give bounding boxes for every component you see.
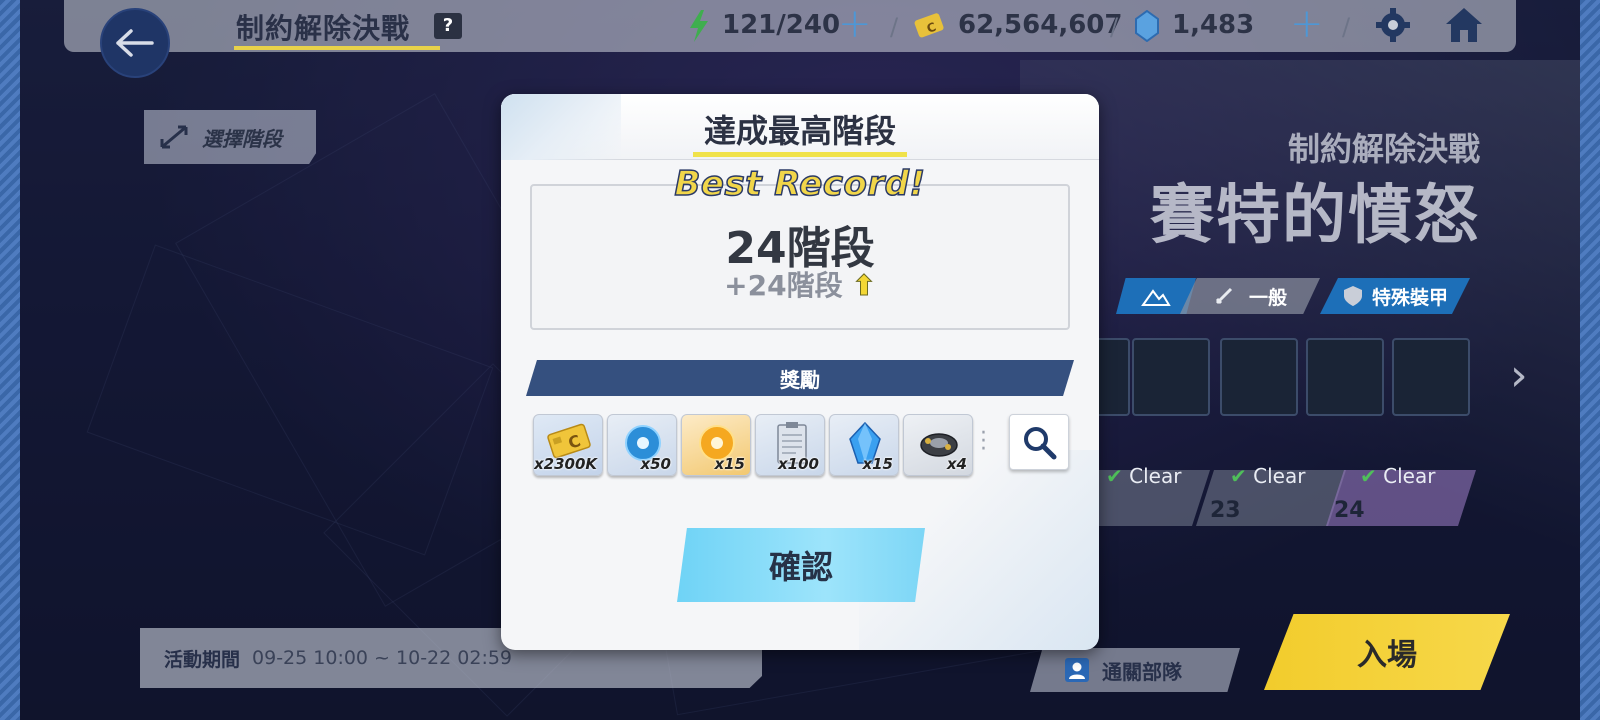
credits-value: 62,564,607	[958, 10, 1123, 40]
reward-item[interactable]: x15	[681, 414, 751, 476]
reward-quantity: x50	[640, 455, 671, 473]
gems-plus-button[interactable]: +	[1290, 4, 1324, 44]
clear-text: Clear	[1129, 464, 1182, 488]
left-border-stripe	[0, 0, 20, 720]
boss-name: 賽特的憤怒	[1150, 179, 1480, 253]
right-border-stripe	[1580, 0, 1600, 720]
record-delta: +24階段 ⬆	[501, 264, 1099, 304]
confirm-label: 確認	[768, 548, 833, 586]
gem-icon	[1134, 9, 1160, 49]
credit-icon: C	[914, 12, 946, 45]
check-icon: ✔	[1360, 464, 1377, 488]
sword-icon	[1215, 287, 1233, 305]
check-icon: ✔	[1106, 464, 1123, 488]
reward-quantity: x15	[714, 455, 745, 473]
best-record-label: Best Record!	[674, 163, 926, 205]
help-icon[interactable]: ?	[434, 13, 462, 39]
stage-select-button[interactable]: 選擇階段	[144, 110, 316, 164]
separator: /	[1110, 13, 1119, 41]
attack-type-label: 一般	[1248, 286, 1287, 309]
back-button[interactable]	[100, 8, 170, 78]
pattern-tile[interactable]	[1306, 338, 1384, 416]
pattern-tile[interactable]	[1132, 338, 1210, 416]
back-arrow-icon	[116, 29, 154, 57]
shield-icon	[1343, 286, 1362, 306]
event-period-value: 09-25 10:00 ~ 10-22 02:59	[252, 647, 513, 669]
person-icon	[1065, 658, 1089, 682]
rewards-label: 獎勵	[780, 367, 820, 392]
reward-quantity: x4	[946, 455, 967, 473]
reward-detail-button[interactable]	[1009, 414, 1069, 470]
search-icon	[1024, 427, 1057, 460]
mountain-icon	[1141, 289, 1171, 306]
armor-type-label: 特殊裝甲	[1371, 286, 1448, 309]
page-title-underline	[234, 46, 440, 50]
title-underline	[693, 152, 907, 157]
clear-text: Clear	[1253, 464, 1306, 488]
top-bar: 制約解除決戰 ? 121/240 + / C 62,564,607 / 1,48…	[64, 0, 1516, 52]
clear-status: ✔ Clear	[1106, 464, 1181, 488]
separator: /	[890, 13, 899, 41]
clear-text: Clear	[1383, 464, 1436, 488]
pattern-tile[interactable]	[1392, 338, 1470, 416]
divider-dots: · · ·	[980, 421, 987, 462]
home-icon[interactable]	[1444, 6, 1484, 48]
reward-item[interactable]: C x2300K	[533, 414, 603, 476]
record-delta-value: +24階段	[724, 269, 843, 302]
clear-status: ✔ Clear	[1230, 464, 1305, 488]
reward-item[interactable]: x100	[755, 414, 825, 476]
clear-squad-button[interactable]: 通關部隊	[1030, 648, 1240, 692]
enter-label: 入場	[1357, 638, 1417, 673]
pattern-tile[interactable]	[1220, 338, 1298, 416]
reward-quantity: x2300K	[533, 455, 597, 473]
armor-type-tag: 特殊裝甲	[1320, 278, 1470, 314]
confirm-button[interactable]: 確認	[677, 528, 925, 602]
up-arrow-icon: ⬆	[852, 269, 876, 303]
enter-button[interactable]: 入場	[1264, 614, 1510, 690]
rewards-header: 獎勵	[526, 360, 1074, 396]
reward-item[interactable]: x50	[607, 414, 677, 476]
reward-quantity: x100	[778, 455, 819, 473]
stage-select-label: 選擇階段	[202, 126, 282, 151]
chevron-right-icon[interactable]: ›	[1510, 350, 1528, 401]
stage-number: 23	[1210, 498, 1241, 523]
dialog-header: 達成最高階段	[501, 94, 1099, 160]
reward-quantity: x15	[862, 455, 893, 473]
event-period-label: 活動期間	[164, 648, 241, 671]
ap-value: 121/240	[722, 10, 841, 40]
best-record-dialog: 達成最高階段 Best Record! 24階段 +24階段 ⬆ 獎勵 C x2…	[501, 94, 1099, 650]
page-title: 制約解除決戰	[236, 12, 411, 45]
gems-value: 1,483	[1172, 10, 1255, 40]
stage-number: 24	[1334, 498, 1365, 523]
reward-item[interactable]: x15	[829, 414, 899, 476]
ap-plus-button[interactable]: +	[838, 4, 872, 44]
clear-status: ✔ Clear	[1360, 464, 1435, 488]
check-icon: ✔	[1230, 464, 1247, 488]
clear-squad-label: 通關部隊	[1102, 659, 1182, 684]
dialog-title: 達成最高階段	[703, 112, 896, 150]
attack-type-tag: 一般	[1180, 278, 1320, 314]
gear-icon[interactable]	[1374, 6, 1412, 48]
separator: /	[1342, 13, 1351, 41]
energy-icon	[688, 10, 710, 49]
expand-arrows-icon	[160, 125, 188, 149]
reward-item[interactable]: x4	[903, 414, 973, 476]
